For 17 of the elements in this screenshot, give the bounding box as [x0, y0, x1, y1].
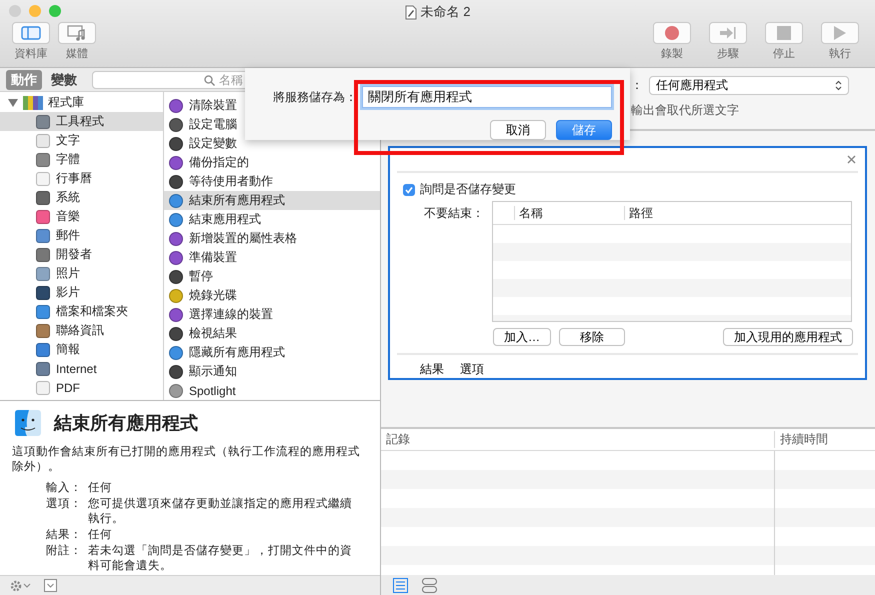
action-summary: 這項動作會結束所有已打開的應用程式（執行工作流程的應用程式除外）。: [12, 445, 361, 475]
action-title: 結束所有應用程式: [54, 412, 198, 435]
detail-text: 若未勾選「詢問是否儲存變更」，打開文件中的資料可能會遺失。: [88, 544, 353, 574]
detail-term: 輸入：: [46, 481, 82, 496]
field-label: ：: [631, 77, 643, 94]
detail-text: 任何: [88, 528, 113, 543]
detail-term: 選項：: [46, 497, 82, 512]
library-label: 程式庫: [48, 94, 84, 111]
window-title: 未命名 2: [420, 3, 470, 21]
detail-text: 任何: [88, 481, 113, 496]
checkbox-label: 詢問是否儲存變更: [420, 181, 516, 198]
detail-term: 結果：: [46, 528, 82, 543]
field-label: 不要結束：: [423, 205, 485, 222]
field-label: 將服務儲存為：: [272, 88, 357, 106]
output-note: 輸出會取代所選文字: [631, 102, 740, 119]
detail-term: 附註：: [46, 544, 82, 559]
detail-text: 您可提供選項來儲存更動並讓指定的應用程式繼續執行。: [88, 497, 353, 527]
